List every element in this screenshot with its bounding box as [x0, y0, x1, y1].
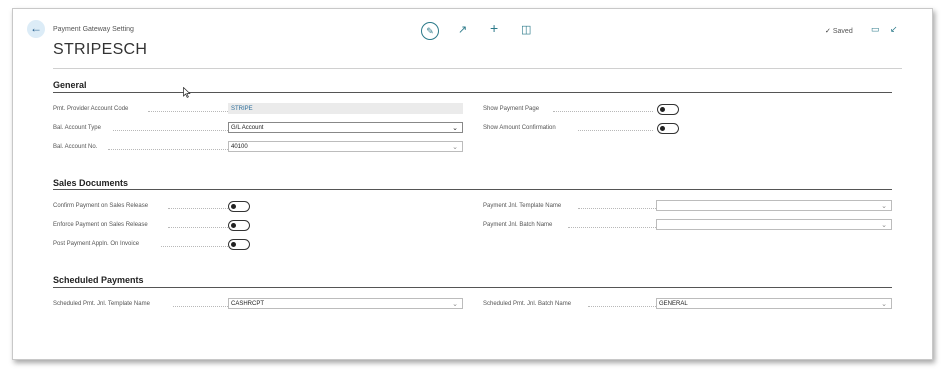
- plus-icon[interactable]: +: [490, 20, 498, 36]
- section-scheduled-payments-title[interactable]: Scheduled Payments: [53, 275, 144, 285]
- dot-leader: [113, 129, 228, 131]
- section-sales-documents-title[interactable]: Sales Documents: [53, 178, 128, 188]
- dot-leader: [168, 226, 228, 228]
- show-amount-confirmation-label: Show Amount Confirmation: [483, 125, 556, 131]
- dot-leader: [553, 110, 653, 112]
- dot-leader: [108, 148, 228, 150]
- page-subtitle: Payment Gateway Setting: [53, 26, 134, 33]
- collapse-icon[interactable]: ↙: [890, 24, 898, 35]
- jnl-template-name-select[interactable]: ⌄: [656, 200, 892, 211]
- show-amount-confirmation-toggle[interactable]: [657, 123, 679, 134]
- chevron-down-icon: ⌄: [881, 222, 887, 229]
- back-arrow-icon[interactable]: ←: [27, 20, 45, 38]
- provider-code-label: Pmt. Provider Account Code: [53, 106, 129, 112]
- bal-account-type-label: Bal. Account Type: [53, 125, 101, 131]
- chevron-down-icon: ⌄: [881, 301, 887, 308]
- provider-code-field: STRIPE: [228, 103, 463, 114]
- toggle-knob: [660, 126, 665, 131]
- post-payment-appln-label: Post Payment Appln. On Invoice: [53, 241, 140, 247]
- chevron-down-icon: ⌄: [452, 144, 458, 151]
- mouse-cursor-icon: [183, 87, 191, 98]
- sched-template-name-value: CASHRCPT: [231, 301, 265, 307]
- toggle-knob: [231, 204, 236, 209]
- jnl-batch-name-select[interactable]: ⌄: [656, 219, 892, 230]
- dot-leader: [161, 245, 228, 247]
- bal-account-no-label: Bal. Account No.: [53, 144, 98, 150]
- card-page: ← Payment Gateway Setting STRIPESCH ✎ ↗ …: [12, 8, 933, 360]
- dot-leader: [578, 207, 656, 209]
- post-payment-appln-toggle[interactable]: [228, 239, 250, 250]
- enforce-payment-toggle[interactable]: [228, 220, 250, 231]
- save-status: ✓ Saved: [825, 27, 853, 35]
- enforce-payment-label: Enforce Payment on Sales Release: [53, 222, 148, 228]
- bal-account-type-value: G/L Account: [231, 125, 264, 131]
- sched-batch-name-select[interactable]: GENERAL ⌄: [656, 298, 892, 309]
- dot-leader: [168, 207, 228, 209]
- open-in-new-window-icon[interactable]: ▭: [871, 24, 880, 35]
- bal-account-no-value: 40100: [231, 144, 248, 150]
- chevron-down-icon: ⌄: [452, 301, 458, 308]
- toggle-knob: [660, 107, 665, 112]
- section-sales-documents-divider: [53, 189, 892, 190]
- jnl-batch-name-label: Payment Jnl. Batch Name: [483, 222, 553, 228]
- dot-leader: [568, 226, 656, 228]
- sched-template-name-select[interactable]: CASHRCPT ⌄: [228, 298, 463, 309]
- save-status-label: Saved: [832, 28, 853, 35]
- dot-leader: [588, 305, 656, 307]
- bal-account-type-select[interactable]: G/L Account ⌄: [228, 122, 463, 133]
- checkmark-icon: ✓: [825, 28, 831, 35]
- pencil-icon[interactable]: ✎: [421, 22, 439, 40]
- page-title: STRIPESCH: [53, 41, 148, 58]
- section-scheduled-payments-divider: [53, 287, 892, 288]
- confirm-payment-toggle[interactable]: [228, 201, 250, 212]
- show-payment-page-label: Show Payment Page: [483, 106, 540, 112]
- toggle-knob: [231, 242, 236, 247]
- show-payment-page-toggle[interactable]: [657, 104, 679, 115]
- provider-code-value: STRIPE: [231, 106, 253, 112]
- chevron-down-icon: ⌄: [452, 125, 458, 132]
- section-general-divider: [53, 92, 892, 93]
- dot-leader: [148, 110, 228, 112]
- title-divider: [53, 68, 902, 69]
- sched-batch-name-value: GENERAL: [659, 301, 688, 307]
- chevron-down-icon: ⌄: [881, 203, 887, 210]
- jnl-template-name-label: Payment Jnl. Template Name: [483, 203, 562, 209]
- sched-template-name-label: Scheduled Pmt. Jnl. Template Name: [53, 301, 150, 307]
- trash-icon[interactable]: ◫: [521, 23, 531, 36]
- toggle-knob: [231, 223, 236, 228]
- bal-account-no-field[interactable]: 40100 ⌄: [228, 141, 463, 152]
- share-icon[interactable]: ↗: [458, 23, 467, 36]
- dot-leader: [578, 129, 653, 131]
- section-general-title[interactable]: General: [53, 80, 87, 90]
- sched-batch-name-label: Scheduled Pmt. Jnl. Batch Name: [483, 301, 572, 307]
- dot-leader: [173, 305, 228, 307]
- confirm-payment-label: Confirm Payment on Sales Release: [53, 203, 149, 209]
